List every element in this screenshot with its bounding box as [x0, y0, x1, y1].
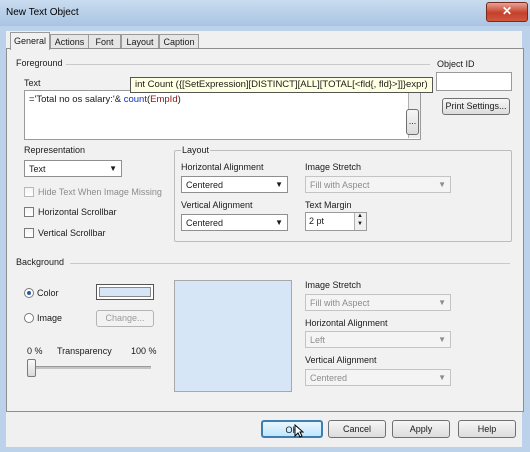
hide-text-checkbox[interactable] [24, 187, 34, 197]
transparency-slider-track[interactable] [28, 366, 151, 369]
mouse-cursor-icon [294, 423, 305, 441]
swatch-fill [99, 287, 151, 297]
bg-horizontal-alignment-label: Horizontal Alignment [305, 318, 388, 328]
transparency-min-label: 0 % [27, 346, 43, 356]
foreground-divider [66, 64, 430, 65]
text-expression-value: ='Total no os salary:'& count(EmpId) [29, 94, 181, 105]
title-bar[interactable]: New Text Object ✕ [0, 0, 530, 26]
color-radio[interactable] [24, 288, 34, 298]
chevron-down-icon: ▼ [438, 373, 446, 382]
vertical-scrollbar-checkbox[interactable] [24, 228, 34, 238]
window-title: New Text Object [6, 7, 79, 18]
chevron-down-icon: ▼ [438, 335, 446, 344]
text-margin-label: Text Margin [305, 200, 352, 210]
cancel-button[interactable]: Cancel [328, 420, 386, 438]
chevron-down-icon: ▼ [438, 180, 446, 189]
chevron-down-icon: ▼ [109, 164, 117, 173]
close-button[interactable]: ✕ [486, 2, 528, 22]
vertical-alignment-label: Vertical Alignment [181, 200, 253, 210]
bg-horizontal-alignment-select[interactable]: Left ▼ [305, 331, 451, 348]
horizontal-alignment-label: Horizontal Alignment [181, 162, 264, 172]
vertical-alignment-select[interactable]: Centered ▼ [181, 214, 288, 231]
tab-general[interactable]: General [10, 32, 50, 50]
image-stretch-label: Image Stretch [305, 162, 362, 172]
horizontal-alignment-select[interactable]: Centered ▼ [181, 176, 288, 193]
image-radio-label: Image [37, 313, 63, 323]
bg-vertical-alignment-label: Vertical Alignment [305, 355, 377, 365]
help-button[interactable]: Help [458, 420, 516, 438]
hide-text-label: Hide Text When Image Missing [38, 187, 162, 197]
bg-image-stretch-select[interactable]: Fill with Aspect ▼ [305, 294, 451, 311]
function-tooltip: int Count ({[SetExpression][DISTINCT][AL… [130, 77, 433, 93]
expression-editor-button[interactable]: ... [406, 109, 419, 135]
text-margin-input[interactable]: 2 pt ▲ ▼ [305, 212, 367, 231]
image-stretch-select[interactable]: Fill with Aspect ▼ [305, 176, 451, 193]
object-id-label: Object ID [437, 59, 475, 69]
vertical-scrollbar-label: Vertical Scrollbar [38, 228, 106, 238]
chevron-down-icon: ▼ [438, 298, 446, 307]
representation-select[interactable]: Text ▼ [24, 160, 122, 177]
text-margin-spinner[interactable]: ▲ ▼ [354, 213, 366, 230]
background-divider [70, 263, 510, 264]
color-radio-label: Color [37, 288, 59, 298]
spin-up-icon[interactable]: ▲ [357, 213, 363, 219]
horizontal-scrollbar-label: Horizontal Scrollbar [38, 207, 117, 217]
object-id-input[interactable] [436, 72, 512, 91]
chevron-down-icon: ▼ [275, 218, 283, 227]
background-preview [174, 280, 292, 392]
text-expression-input[interactable]: ='Total no os salary:'& count(EmpId) [24, 90, 421, 140]
foreground-group-label: Foreground [16, 58, 63, 68]
transparency-max-label: 100 % [131, 346, 157, 356]
text-label: Text [24, 78, 41, 88]
background-group-label: Background [16, 257, 65, 267]
bg-vertical-alignment-select[interactable]: Centered ▼ [305, 369, 451, 386]
change-image-button[interactable]: Change... [96, 310, 154, 327]
chevron-down-icon: ▼ [275, 180, 283, 189]
spin-down-icon[interactable]: ▼ [357, 221, 363, 227]
ok-button[interactable]: OK [261, 420, 323, 438]
background-color-swatch[interactable] [96, 284, 154, 300]
transparency-label: Transparency [57, 346, 112, 356]
representation-label: Representation [24, 145, 86, 155]
transparency-slider-thumb[interactable] [27, 359, 36, 377]
layout-group-label: Layout [181, 145, 211, 155]
bg-image-stretch-label: Image Stretch [305, 280, 362, 290]
print-settings-button[interactable]: Print Settings... [442, 98, 510, 115]
apply-button[interactable]: Apply [392, 420, 450, 438]
horizontal-scrollbar-checkbox[interactable] [24, 207, 34, 217]
image-radio[interactable] [24, 313, 34, 323]
